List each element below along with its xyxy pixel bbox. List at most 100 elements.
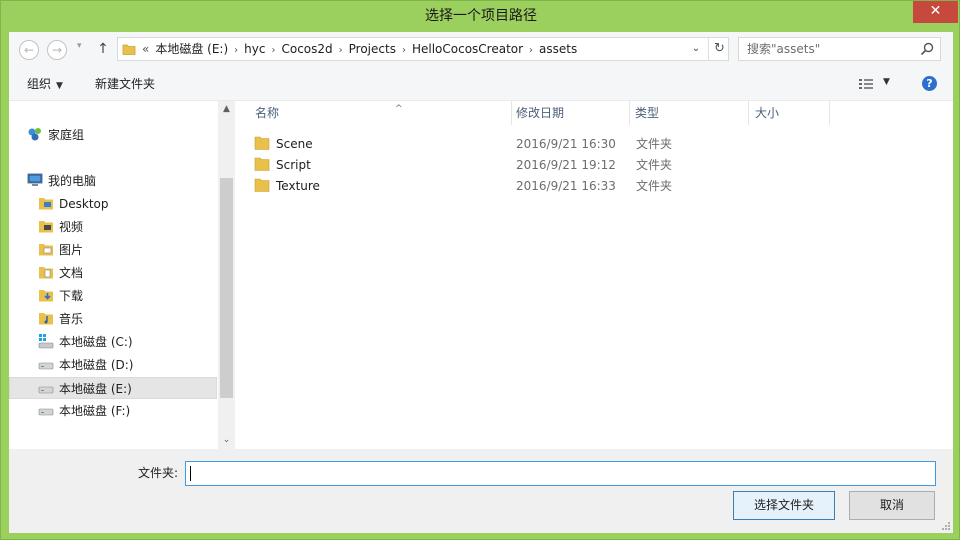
scrollbar-thumb[interactable] [220,178,233,398]
file-name: Texture [276,179,320,193]
breadcrumb-separator[interactable]: › [402,45,406,56]
recent-locations-button[interactable]: ▾ [77,41,82,51]
sidebar-item-music[interactable]: 音乐 [38,308,83,330]
file-name-cell: Texture [254,176,320,197]
column-header-type[interactable]: 类型 [631,101,749,125]
sidebar-item-pictures[interactable]: 图片 [38,239,83,261]
cancel-button[interactable]: 取消 [849,491,935,520]
scroll-up-icon[interactable]: ▲ [218,101,235,118]
sidebar-item-label: 本地磁盘 (D:) [59,358,134,372]
sidebar-item-homegroup[interactable]: 家庭组 [27,124,84,146]
sidebar-item-label: 本地磁盘 (F:) [59,404,131,418]
sidebar-item-label: 本地磁盘 (E:) [59,382,132,396]
folder-input[interactable] [185,461,936,486]
music-folder-icon [39,313,53,325]
breadcrumb-hellococoscreator[interactable]: HelloCocosCreator [412,42,523,56]
sidebar-item-drive-e[interactable]: 本地磁盘 (E:) [9,377,217,399]
table-row[interactable]: Texture 2016/9/21 16:33 文件夹 [235,176,953,197]
help-icon[interactable]: ? [922,76,937,91]
sidebar-item-label: 下载 [59,289,84,303]
column-header-date[interactable]: 修改日期 [513,101,630,125]
file-date: 2016/9/21 16:33 [516,179,616,193]
up-button[interactable]: ↑ [95,40,111,58]
sidebar-item-desktop[interactable]: Desktop [38,193,109,215]
folder-icon [254,178,270,192]
videos-folder-icon [39,221,53,233]
navigation-scrollbar[interactable]: ▲ ⌄ [218,101,235,449]
organize-button[interactable]: 组织 ▼ [27,67,63,103]
navigation-pane: 家庭组 我的电脑 Desktop 视频 图片 文档 下载 音乐 本地磁盘 (C:… [9,101,235,449]
homegroup-icon [28,128,41,141]
scroll-down-icon[interactable]: ⌄ [218,432,235,449]
dialog-window: 选择一个项目路径 ✕ ← → ▾ ↑ « 本地磁盘 (E:) › hyc › Cocos2… [0,0,960,540]
sidebar-item-label: 音乐 [59,312,84,326]
sidebar-item-label: 图片 [59,243,84,257]
search-icon[interactable] [920,42,934,56]
resize-grip-icon[interactable] [941,521,951,531]
table-row[interactable]: Scene 2016/9/21 16:30 文件夹 [235,134,953,155]
sidebar-item-label: 家庭组 [48,128,85,142]
computer-icon [27,173,43,186]
breadcrumb-assets[interactable]: assets [539,42,577,56]
sidebar-item-documents[interactable]: 文档 [38,262,83,284]
file-type: 文件夹 [636,137,673,151]
documents-folder-icon [39,267,53,279]
file-type: 文件夹 [636,158,673,172]
table-row[interactable]: Script 2016/9/21 19:12 文件夹 [235,155,953,176]
system-drive-icon [38,334,54,349]
folder-field-label: 文件夹: [138,466,179,480]
sidebar-item-label: 本地磁盘 (C:) [59,335,133,349]
file-date: 2016/9/21 16:30 [516,137,616,151]
folder-icon [122,44,136,55]
forward-button[interactable]: → [47,40,67,60]
file-name-cell: Scene [254,134,313,155]
sidebar-item-computer[interactable]: 我的电脑 [27,170,96,192]
sidebar-item-drive-d[interactable]: 本地磁盘 (D:) [38,354,133,376]
sort-ascending-icon: ^ [395,104,403,114]
drive-icon [38,362,54,370]
navigation-bar: ← → ▾ ↑ « 本地磁盘 (E:) › hyc › Cocos2d › Projects ›… [9,32,953,67]
sidebar-item-drive-f[interactable]: 本地磁盘 (F:) [38,400,130,422]
column-header-label: 名称 [255,106,280,120]
refresh-button[interactable]: ↻ [708,38,730,60]
file-name-cell: Script [254,155,311,176]
file-list: 名称 ^ 修改日期 类型 大小 Scene 2016/9/21 16:30 文件… [235,101,953,449]
breadcrumb-separator[interactable]: › [339,45,343,56]
sidebar-item-label: 文档 [59,266,84,280]
address-bar[interactable]: « 本地磁盘 (E:) › hyc › Cocos2d › Projects › HelloCoc… [117,37,729,61]
select-folder-button[interactable]: 选择文件夹 [733,491,835,520]
sidebar-item-videos[interactable]: 视频 [38,216,83,238]
column-header-size[interactable]: 大小 [750,101,830,125]
sidebar-item-label: Desktop [59,197,109,211]
drive-icon [38,386,54,394]
address-dropdown-button[interactable]: ⌄ [688,38,704,60]
view-options-icon[interactable] [859,78,873,90]
view-menu-chevron-icon[interactable]: ▼ [883,77,890,87]
breadcrumb: « 本地磁盘 (E:) › hyc › Cocos2d › Projects › HelloCoc… [142,38,577,60]
drive-icon [38,408,54,416]
close-button[interactable]: ✕ [913,1,958,23]
folder-icon [254,157,270,171]
breadcrumb-hyc[interactable]: hyc [244,42,265,56]
dialog-footer: 文件夹: 选择文件夹 取消 [9,449,953,533]
text-cursor [190,466,191,481]
command-toolbar: 组织 ▼ 新建文件夹 ▼ ? [9,67,953,101]
breadcrumb-drive-e[interactable]: 本地磁盘 (E:) [155,42,228,56]
breadcrumb-cocos2d[interactable]: Cocos2d [281,42,332,56]
new-folder-button[interactable]: 新建文件夹 [95,67,155,101]
breadcrumb-overflow[interactable]: « [142,42,149,56]
sidebar-item-drive-c[interactable]: 本地磁盘 (C:) [38,331,133,353]
breadcrumb-projects[interactable]: Projects [349,42,396,56]
file-type: 文件夹 [636,179,673,193]
column-header-name[interactable]: 名称 ^ [255,101,512,125]
downloads-folder-icon [39,290,53,302]
sidebar-item-downloads[interactable]: 下载 [38,285,83,307]
search-box[interactable]: 搜索"assets" [738,37,941,61]
breadcrumb-separator[interactable]: › [529,45,533,56]
breadcrumb-separator[interactable]: › [271,45,275,56]
chevron-down-icon: ▼ [56,81,63,91]
breadcrumb-separator[interactable]: › [234,45,238,56]
back-button[interactable]: ← [19,40,39,60]
sidebar-item-label: 视频 [59,220,84,234]
search-input[interactable]: 搜索"assets" [747,38,820,60]
